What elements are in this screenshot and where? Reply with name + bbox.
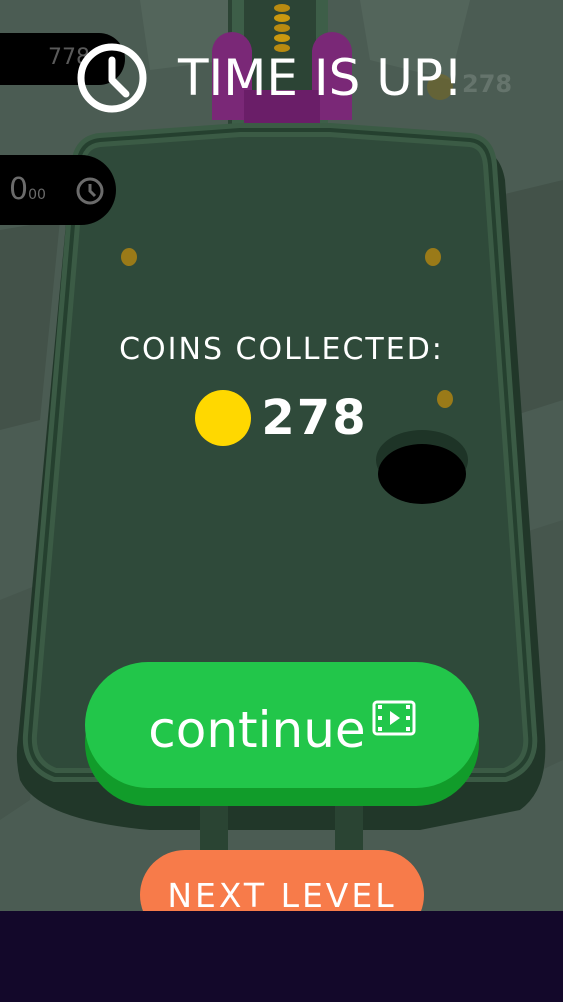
coins-collected-value: 278 — [261, 390, 368, 446]
timer-value: 000 — [9, 172, 46, 207]
clock-icon — [77, 43, 147, 113]
film-icon — [372, 700, 416, 736]
coins-collected-row: 278 — [0, 390, 563, 446]
timer-pill: 000 — [0, 155, 116, 225]
coin-icon — [195, 390, 252, 446]
ghost-coin-count: 278 — [462, 70, 513, 98]
next-level-label: NEXT LEVEL — [167, 876, 397, 915]
time-up-header: TIME IS UP! — [76, 38, 463, 118]
coins-collected-label: COINS COLLECTED: — [119, 332, 444, 367]
clock-icon — [76, 177, 104, 205]
bottom-bar — [0, 911, 563, 1002]
continue-label: continue — [148, 701, 366, 759]
continue-button[interactable]: continue — [85, 662, 479, 806]
page-title: TIME IS UP! — [178, 49, 464, 107]
continue-button-face[interactable]: continue — [85, 662, 479, 788]
